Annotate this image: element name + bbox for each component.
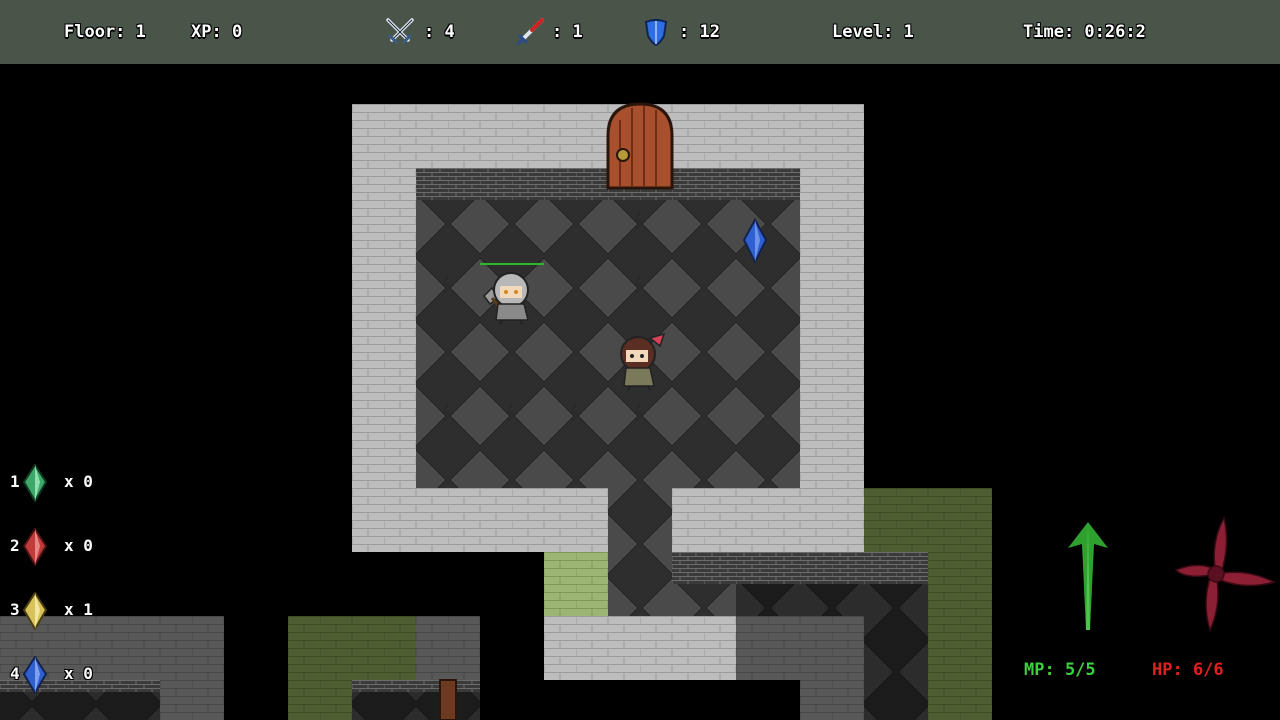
- slot-number: 3: [10, 600, 20, 619]
- wooden-door[interactable]: [606, 102, 674, 190]
- slot-number: 4: [10, 664, 20, 683]
- inventory-slot-2[interactable]: 2 x 0: [0, 528, 140, 568]
- green-crystal-icon: [22, 464, 48, 502]
- red-crystal-icon: [22, 528, 48, 566]
- slot-count: x 0: [64, 536, 93, 555]
- hud-bar: Floor: 1 XP: 0 : 4 : 1 : 12 Level: 1 Tim…: [0, 0, 1280, 64]
- slot-count: x 0: [64, 472, 93, 491]
- slot-count: x 1: [64, 600, 93, 619]
- yellow-crystal-icon: [22, 592, 48, 630]
- blue-crystal-icon: [22, 656, 48, 694]
- red-shuriken-icon[interactable]: [1174, 516, 1278, 632]
- crossed-swords-icon: [386, 18, 414, 44]
- slot-number: 2: [10, 536, 20, 555]
- shield-icon: [644, 19, 668, 47]
- time-label: Time: 0:26:2: [1023, 22, 1146, 42]
- slot-count: x 0: [64, 664, 93, 683]
- slot-number: 1: [10, 472, 20, 491]
- xp-label: XP: 0: [191, 22, 243, 42]
- attack-value: : 4: [424, 22, 455, 42]
- bloody-sword-icon: [516, 18, 544, 46]
- defense-value: : 12: [679, 22, 720, 42]
- hp-label: HP: 6/6: [1152, 660, 1224, 680]
- floor-label: Floor: 1: [64, 22, 146, 42]
- inventory-slot-1[interactable]: 1 x 0: [0, 464, 140, 504]
- green-arrow-up-icon[interactable]: [1060, 518, 1116, 634]
- inventory-slot-4[interactable]: 4 x 0: [0, 656, 140, 696]
- magic-value: : 1: [552, 22, 583, 42]
- level-label: Level: 1: [832, 22, 914, 42]
- inventory-slot-3[interactable]: 3 x 1: [0, 592, 140, 632]
- mp-label: MP: 5/5: [1024, 660, 1096, 680]
